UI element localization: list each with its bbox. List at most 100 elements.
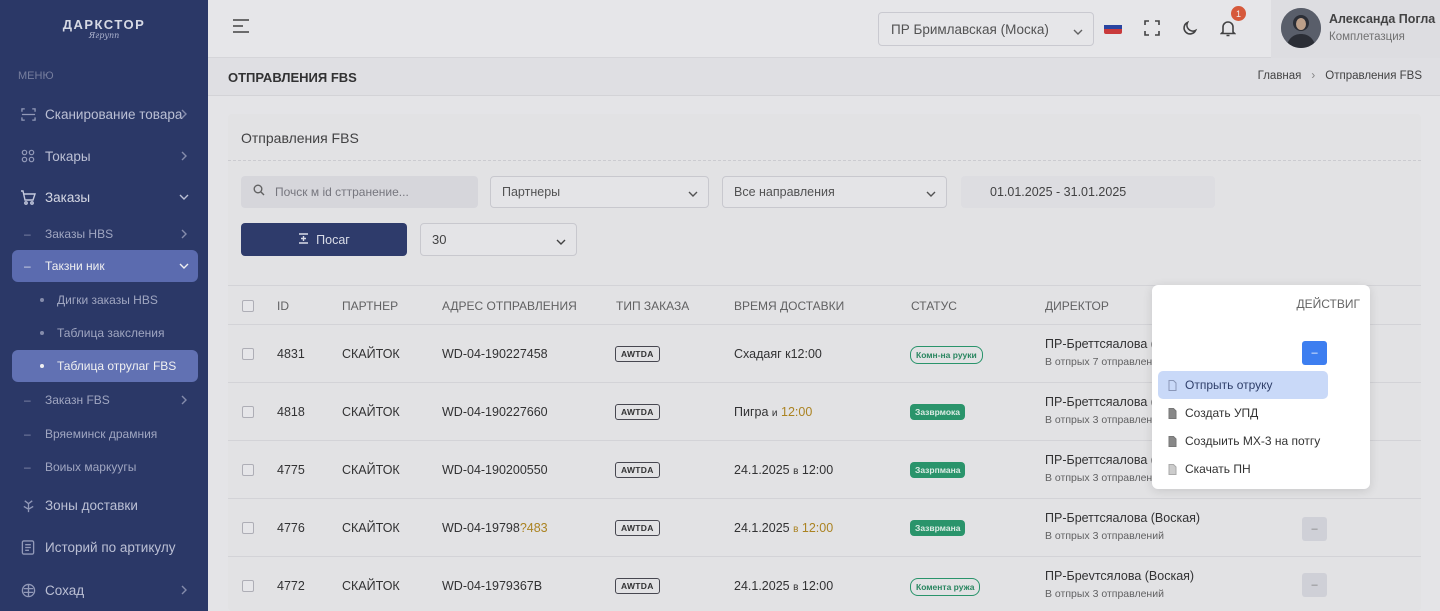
breadcrumb-separator-icon: ›: [1311, 70, 1316, 82]
order-type-badge: AWTDA: [615, 520, 660, 536]
sidebar-item-label: Заказы: [45, 189, 91, 205]
row-actions-button-active[interactable]: –: [1302, 341, 1327, 365]
row-actions-button[interactable]: –: [1302, 517, 1327, 541]
sidebar-subitem-markings[interactable]: – Воиых маркуугы: [0, 453, 208, 481]
sidebar-subitem-label: Таблица заксления: [57, 326, 165, 340]
select-all-checkbox[interactable]: [242, 300, 254, 312]
sidebar-item-label: Сохад: [45, 582, 85, 598]
menu-item-create-upd[interactable]: Создать УПД: [1158, 399, 1328, 427]
user-menu[interactable]: Александа Погла Комплетазция: [1271, 0, 1440, 58]
logo-title: ДАРКСТОР: [62, 16, 146, 32]
date-range-input[interactable]: 01.01.2025 - 31.01.2025: [961, 176, 1215, 208]
column-header-delivery-time[interactable]: ВРЕМЯ ДОСТАВКИ: [734, 299, 844, 313]
cell-director-sub: В отпрых 3 отправлен: [1045, 472, 1153, 484]
search-box[interactable]: [241, 176, 478, 208]
sidebar-item-delivery-zones[interactable]: Зоны доставки: [0, 489, 208, 521]
document-icon: [1168, 463, 1177, 475]
cell-partner: СКАЙТОК: [342, 347, 400, 361]
menu-item-download-pn[interactable]: Скачать ПН: [1158, 455, 1328, 483]
column-header-status[interactable]: СТАТУС: [911, 299, 957, 313]
chevron-right-icon: [178, 394, 190, 406]
table-row[interactable]: 4772 СКАЙТОК WD-04-1979367B AWTDA 24.1.2…: [228, 557, 1421, 611]
breadcrumb: Главная › Отправления FBS: [1258, 70, 1422, 82]
avatar: [1281, 8, 1321, 48]
box-icon: [20, 582, 36, 598]
search-button-label: Посаг: [316, 232, 350, 247]
bell-icon[interactable]: [1218, 18, 1238, 38]
card-title: Отправления FBS: [241, 130, 359, 146]
chevron-right-icon: [178, 108, 190, 120]
cell-director-sub: В отпрых 3 отправлений: [1045, 530, 1164, 542]
search-button[interactable]: Посаг: [241, 223, 407, 256]
scan-icon: [20, 106, 36, 122]
sidebar-subitem-orders-fbs[interactable]: – Заказн FBS: [0, 386, 208, 414]
cell-partner: СКАЙТОК: [342, 521, 400, 535]
logo-signature: Ягрупп: [88, 30, 120, 40]
menu-item-create-mx3[interactable]: Создыить МХ-3 на потгу: [1158, 427, 1328, 455]
chevron-right-icon: [178, 228, 190, 240]
status-badge: Комн-на рууки: [910, 346, 983, 364]
fullscreen-icon[interactable]: [1142, 18, 1162, 38]
chevron-down-icon: [688, 187, 698, 201]
cell-address: WD-04-190227458: [442, 347, 548, 361]
status-badge: Зазрпмана: [910, 462, 966, 478]
chevron-down-icon: [926, 187, 936, 201]
row-checkbox[interactable]: [242, 580, 254, 592]
sidebar-item-label: Историй по артикулу: [45, 539, 176, 555]
column-header-director[interactable]: ДИРЕКТОР: [1045, 299, 1109, 313]
partners-select[interactable]: Партнеры: [490, 176, 709, 208]
cell-director-sub: В отпрых 3 отправлений: [1045, 414, 1164, 426]
partners-select-value: Партнеры: [502, 185, 561, 199]
directions-select[interactable]: Все направления: [722, 176, 947, 208]
order-type-badge: AWTDA: [615, 404, 660, 420]
sidebar-subitem-orders-hbs[interactable]: – Заказы HBS: [0, 220, 208, 248]
breadcrumb-home[interactable]: Главная: [1258, 70, 1302, 82]
sidebar-item-orders[interactable]: Заказы: [0, 181, 208, 213]
menu-item-label: Создыить МХ-3 на потгу: [1185, 434, 1321, 448]
document-icon: [1168, 407, 1177, 419]
menu-item-open-shipment[interactable]: Отпрыть отруку: [1158, 371, 1328, 399]
cell-director: ПР-Бреттсяалова (Воская): [1045, 511, 1201, 525]
page-title: ОТПРАВЛЕНИЯ FBS: [228, 70, 357, 85]
sidebar-subitem-table-fbs[interactable]: Таблица отрулаг FBS: [0, 352, 208, 380]
row-checkbox[interactable]: [242, 464, 254, 476]
sidebar-item-label: Токары: [45, 148, 91, 164]
column-header-order-type[interactable]: ТИП ЗАКАЗА: [616, 299, 689, 313]
table-row[interactable]: 4776 СКАЙТОК WD-04-19798?483 AWTDA 24.1.…: [228, 499, 1421, 557]
sidebar-subitem-table-assignment[interactable]: Таблица заксления: [0, 319, 208, 347]
branch-select[interactable]: ПР Бримлавская (Моска): [878, 12, 1094, 46]
dark-mode-icon[interactable]: [1180, 18, 1200, 38]
delivery-icon: [20, 497, 36, 513]
document-icon: [1168, 379, 1177, 391]
russian-flag-icon[interactable]: [1104, 20, 1122, 34]
sidebar-item-history[interactable]: Историй по артикулу: [0, 531, 208, 563]
search-input[interactable]: [275, 185, 465, 199]
cell-delivery-time: 24.1.2025 в 12:00: [734, 463, 834, 477]
per-page-select[interactable]: 30: [420, 223, 577, 256]
column-header-id[interactable]: ID: [277, 299, 289, 313]
order-type-badge: AWTDA: [615, 346, 660, 362]
sidebar-subitem-digital-orders[interactable]: Дигки заказы HBS: [0, 286, 208, 314]
sidebar-subitem-active[interactable]: – Такзни ник: [0, 252, 208, 280]
sidebar-item-warehouse[interactable]: Сохад: [0, 574, 208, 606]
sidebar-subitem-label: Вряеминск драмния: [45, 427, 158, 441]
logo[interactable]: ДАРКСТОР Ягрупп: [0, 0, 208, 56]
per-page-value: 30: [432, 232, 447, 247]
column-header-address[interactable]: АДРЕС ОТПРАВЛЕНИЯ: [442, 299, 577, 313]
sidebar-item-products[interactable]: Токары: [0, 140, 208, 172]
row-checkbox[interactable]: [242, 348, 254, 360]
row-actions-button[interactable]: –: [1302, 573, 1327, 597]
actions-popover: ДЕЙСТВИГ – Отпрыть отруку Создать УПД Со…: [1152, 285, 1370, 489]
column-header-partner[interactable]: ПАРТНЕР: [342, 299, 398, 313]
row-checkbox[interactable]: [242, 406, 254, 418]
sidebar-subitem-label: Такзни ник: [45, 259, 105, 273]
sidebar-subitem-time-slots[interactable]: – Вряеминск драмния: [0, 420, 208, 448]
status-badge: Зазврмана: [910, 520, 966, 536]
row-checkbox[interactable]: [242, 522, 254, 534]
menu-toggle-icon[interactable]: [232, 18, 250, 36]
cell-delivery-time: Пигра и 12:00: [734, 405, 813, 419]
divider: [228, 160, 1421, 161]
cell-id: 4775: [277, 463, 305, 477]
sidebar-item-scan[interactable]: Сканирование товара: [0, 98, 208, 130]
branch-select-value: ПР Бримлавская (Моска): [891, 21, 1049, 37]
